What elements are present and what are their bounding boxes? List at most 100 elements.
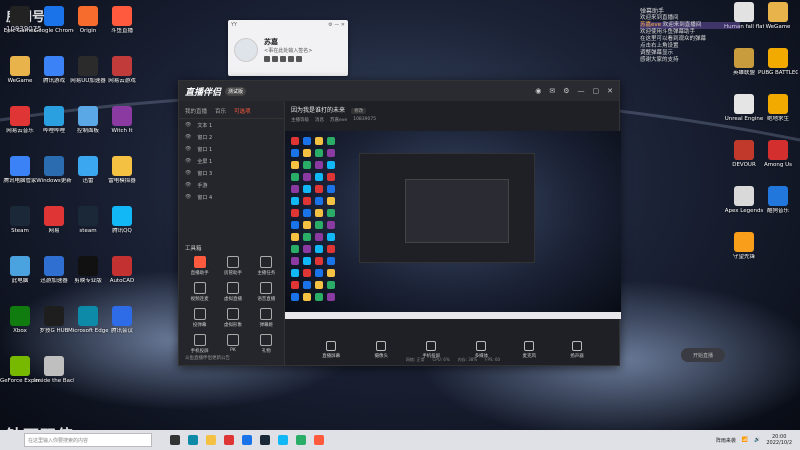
preview-desktop-icon: [303, 209, 311, 217]
toolbox-item[interactable]: 语音直播: [250, 282, 283, 302]
task-view-icon[interactable]: [170, 435, 180, 445]
visibility-icon[interactable]: 👁: [185, 134, 191, 140]
profile-signature[interactable]: <事在此处输入签名>: [264, 47, 312, 54]
toolbox-item[interactable]: 弹幕姬: [250, 308, 283, 328]
app-icon: [768, 2, 788, 22]
app-icon: [112, 206, 132, 226]
toolbox-item[interactable]: 虚拟直播: [216, 282, 249, 302]
left-desktop-icon[interactable]: Witch It: [102, 106, 142, 134]
stream-preview[interactable]: [285, 131, 621, 319]
scene-item[interactable]: 👁 窗口 4: [179, 191, 284, 203]
danmaku-nick[interactable]: 苏嘉eve: [640, 22, 661, 28]
toolbox-item[interactable]: PK: [216, 334, 249, 354]
left-desktop-icon[interactable]: 网易云游戏: [102, 56, 142, 84]
window-controls[interactable]: ⚙ — ✕: [328, 22, 345, 28]
sidebar-tab[interactable]: 百乐: [215, 107, 226, 115]
toolbox-item[interactable]: 直播助手: [183, 256, 216, 276]
preview-desktop-icon: [327, 257, 335, 265]
left-desktop-icon[interactable]: 腾讯QQ: [102, 206, 142, 234]
wechat-icon[interactable]: [296, 435, 306, 445]
scene-item[interactable]: 👁 窗口 2: [179, 131, 284, 143]
toolbox-item[interactable]: 主播任务: [250, 256, 283, 276]
desktop-icon-label: 网易云游戏: [108, 78, 136, 84]
app-icon: [78, 156, 98, 176]
edit-title-button[interactable]: 修改: [351, 108, 367, 114]
toolbox-item[interactable]: 手机投屏: [183, 334, 216, 354]
source-icon: [426, 341, 437, 351]
user-avatar-icon[interactable]: ◉: [535, 87, 541, 95]
app-icon: [734, 186, 754, 206]
close-icon[interactable]: ✕: [607, 87, 613, 95]
toolbox-item[interactable]: 礼物: [250, 334, 283, 354]
visibility-icon[interactable]: 👁: [185, 182, 191, 188]
sidebar-tab[interactable]: 我的直播: [185, 107, 207, 115]
steam-icon[interactable]: [260, 435, 270, 445]
left-desktop-icon[interactable]: AutoCAD: [102, 256, 142, 284]
left-desktop-icon[interactable]: 斗鱼直播: [102, 6, 142, 34]
start-live-button[interactable]: 开始直播: [681, 348, 725, 362]
minimize-icon[interactable]: —: [578, 87, 585, 95]
tool-label: 弹幕姬: [259, 323, 274, 328]
app-icon: [112, 256, 132, 276]
app-icon: [112, 6, 132, 26]
scene-item[interactable]: 👁 窗口 1: [179, 143, 284, 155]
chrome-icon[interactable]: [242, 435, 252, 445]
scene-item[interactable]: 👁 全屏 1: [179, 155, 284, 167]
settings-icon[interactable]: ⚙: [563, 87, 569, 95]
visibility-icon[interactable]: 👁: [185, 122, 191, 128]
tool-label: 视频连麦: [190, 297, 209, 302]
danmaku-message: 感谢大家的支持: [640, 57, 740, 64]
preview-desktop-icon: [315, 137, 323, 145]
scene-list: 👁 文本 1 👁 窗口 2 👁 窗口 1 👁 全屏 1 👁 窗口 3 👁 手游 👁 窗口 4: [179, 119, 284, 203]
app-icon: [44, 106, 64, 126]
room-meta-item: 消息: [315, 118, 324, 123]
scene-item[interactable]: 👁 窗口 3: [179, 167, 284, 179]
file-explorer-icon[interactable]: [206, 435, 216, 445]
right-desktop-icon[interactable]: 守望先锋: [724, 232, 764, 260]
right-desktop-icon[interactable]: 酷狗音乐: [758, 186, 798, 214]
app-icon: [44, 306, 64, 326]
danmaku-text: 在这里可以看到观众的弹幕: [640, 36, 707, 42]
profile-card[interactable]: YY ⚙ — ✕ 苏嘉 <事在此处输入签名>: [228, 20, 348, 76]
sidebar-tab[interactable]: 可选项: [234, 107, 251, 115]
netease-music-icon[interactable]: [224, 435, 234, 445]
network-icon[interactable]: 📶: [742, 437, 748, 443]
edge-icon[interactable]: [188, 435, 198, 445]
toolbox-item[interactable]: 虚拟形象: [216, 308, 249, 328]
visibility-icon[interactable]: 👁: [185, 194, 191, 200]
weather-text[interactable]: 阵雨来袭: [716, 437, 736, 444]
scene-label: 窗口 1: [197, 146, 213, 153]
toolbox-item[interactable]: 视频连麦: [183, 282, 216, 302]
right-desktop-icon[interactable]: PUBG BATTLEGROUNDS: [758, 48, 798, 76]
left-desktop-icon[interactable]: Inside the Backrooms: [34, 356, 74, 384]
right-desktop-icon[interactable]: 绝地求生: [758, 94, 798, 122]
avatar[interactable]: [234, 38, 258, 62]
taskbar: 在这里输入你要搜索的内容 阵雨来袭 📶 🔊 20:00 2022/10/2: [0, 430, 800, 450]
right-desktop-icon[interactable]: Among Us: [758, 140, 798, 168]
douyu-icon[interactable]: [314, 435, 324, 445]
status-item: FPS: 60: [485, 357, 501, 362]
toolbox-item[interactable]: 投弹幕: [183, 308, 216, 328]
toolbox-item[interactable]: 房管助手: [216, 256, 249, 276]
visibility-icon[interactable]: 👁: [185, 146, 191, 152]
scene-item[interactable]: 👁 文本 1: [179, 119, 284, 131]
clock[interactable]: 20:00 2022/10/2: [766, 434, 792, 446]
qq-icon[interactable]: [278, 435, 288, 445]
search-input[interactable]: 在这里输入你要搜索的内容: [24, 433, 152, 447]
left-desktop-icon[interactable]: 雷电模拟器: [102, 156, 142, 184]
left-desktop-icon[interactable]: 腾讯会议: [102, 306, 142, 334]
app-icon: [78, 56, 98, 76]
app-icon: [10, 156, 30, 176]
update-notice[interactable]: 斗鱼直播伴侣更新公告: [185, 355, 230, 361]
right-desktop-icon[interactable]: WeGame: [758, 2, 798, 30]
app-icon: [768, 186, 788, 206]
volume-icon[interactable]: 🔊: [754, 437, 760, 443]
live-companion-window[interactable]: 直播伴侣 测试版 ◉ ✉ ⚙ — ▢ ✕ 我的直播 百乐 可选项 👁 文本 1 👁 窗口 …: [178, 80, 725, 366]
scene-item[interactable]: 👁 手游: [179, 179, 284, 191]
message-icon[interactable]: ✉: [549, 87, 555, 95]
preview-desktop-icon: [327, 197, 335, 205]
app-icon: [44, 256, 64, 276]
visibility-icon[interactable]: 👁: [185, 170, 191, 176]
maximize-icon[interactable]: ▢: [593, 87, 600, 95]
visibility-icon[interactable]: 👁: [185, 158, 191, 164]
